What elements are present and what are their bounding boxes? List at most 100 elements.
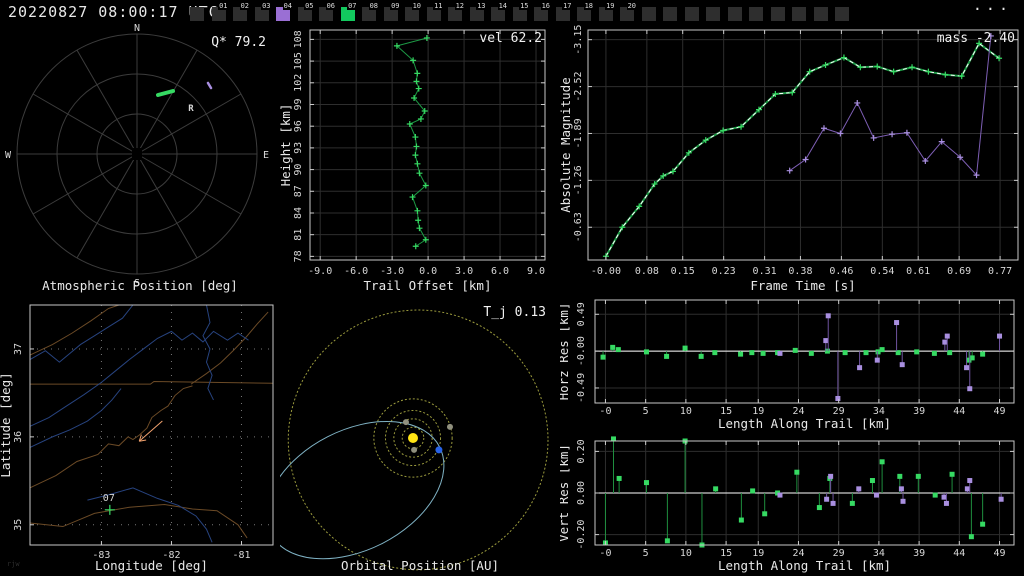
vert-res-chart: -0 5 10 15 19 24 29 34 39 44 490.200.00-0.20Length…: [560, 436, 1015, 573]
svg-text:-0.00: -0.00: [591, 266, 621, 277]
y-axis-label: Latitude [deg]: [0, 372, 13, 477]
frame-square-20[interactable]: 20: [620, 2, 637, 21]
app-root: { "topbar": { "timestamp": "20220827 08:…: [0, 0, 1024, 576]
frame-square-18[interactable]: 18: [577, 2, 594, 21]
frame-square-06[interactable]: 06: [319, 2, 336, 21]
radiant-label: R: [188, 104, 194, 114]
frame-square-blank-25[interactable]: [727, 7, 742, 21]
magnitude-chart: -0.00 0.08 0.15 0.23 0.31 0.38 0.46 0.54 0.61 0.6…: [560, 25, 1019, 293]
frame-square-01[interactable]: 01: [211, 2, 229, 21]
svg-text:0.0: 0.0: [419, 266, 437, 277]
frame-square-label: 19: [605, 2, 616, 10]
series-station-07: [600, 344, 986, 363]
frame-square-label: 11: [433, 2, 444, 10]
frame-square-05[interactable]: 05: [297, 2, 315, 21]
x-axis-label: Orbital Position [AU]: [341, 558, 499, 573]
svg-text:0.61: 0.61: [906, 266, 930, 277]
svg-text:0.46: 0.46: [829, 266, 853, 277]
frame-square-label: 05: [304, 2, 315, 10]
more-menu-button[interactable]: ···: [973, 0, 1012, 18]
compass-north: N: [134, 24, 140, 34]
y-axis-label: Vert Res [km]: [560, 444, 571, 542]
panel-orbital-position: T_j 0.13 Orbital Position [AU]: [280, 296, 560, 576]
x-axis-label: Longitude [deg]: [95, 558, 208, 573]
svg-text:81: 81: [293, 229, 304, 241]
frame-square-15[interactable]: 15: [512, 2, 530, 21]
frame-square-07[interactable]: 07: [340, 2, 358, 21]
svg-text:44: 44: [953, 548, 965, 559]
gridlines: [310, 30, 545, 260]
frame-square-label: 06: [325, 2, 336, 10]
frame-square-label: 12: [454, 2, 465, 10]
svg-text:10: 10: [680, 406, 692, 417]
frame-square-14[interactable]: 14: [491, 2, 508, 21]
watermark: rjw: [7, 560, 20, 568]
svg-text:36: 36: [13, 431, 24, 443]
panel-trail-offset: -9.0 -6.0 -3.0 0.0 3.0 6.0 9.0 78 81 84 87 90 93 96 99…: [280, 24, 560, 296]
tick-labels: -0 5 10 15 19 24 29 34 39 44 490.49-0.00-0.49: [576, 302, 1006, 417]
frame-square-12[interactable]: 12: [448, 2, 465, 21]
frame-square-label: 02: [239, 2, 250, 10]
panel-light-curve: -0.00 0.08 0.15 0.23 0.31 0.38 0.46 0.54 0.61 0.6…: [560, 24, 1024, 296]
frame-square-16[interactable]: 16: [534, 2, 551, 21]
panel-horizontal-residuals: -0 5 10 15 19 24 29 34 39 44 49 0.49 -0.00 -0.49 Lengt…: [560, 296, 1024, 436]
svg-text:105: 105: [293, 52, 304, 70]
trail-offset-chart: -9.0 -6.0 -3.0 0.0 3.0 6.0 9.0 78 81 84 87 90 93 96 99…: [280, 29, 546, 293]
frame-square-08[interactable]: 08: [362, 2, 379, 21]
svg-text:0.15: 0.15: [671, 266, 695, 277]
plot-frame: [309, 29, 546, 261]
svg-text:-9.0: -9.0: [308, 266, 332, 277]
svg-text:0.31: 0.31: [753, 266, 777, 277]
frame-square-label: 07: [347, 2, 358, 10]
plot-frame: [29, 304, 274, 546]
frame-square-02[interactable]: 02: [233, 2, 250, 21]
frame-square-17[interactable]: 17: [555, 2, 573, 21]
frame-square-blank-23[interactable]: [684, 7, 699, 21]
frame-square-blank-26[interactable]: [749, 7, 763, 21]
frame-square-label: 03: [261, 2, 272, 10]
frame-square-13[interactable]: 13: [469, 2, 487, 21]
svg-text:0.77: 0.77: [988, 266, 1012, 277]
frame-square-03[interactable]: 03: [254, 2, 272, 21]
svg-text:84: 84: [293, 207, 304, 219]
svg-text:49: 49: [994, 406, 1006, 417]
frame-square-label: 01: [218, 2, 229, 10]
y-axis-label: Height [km]: [280, 104, 293, 187]
frame-square-blank-24[interactable]: [706, 7, 720, 21]
frame-square-09[interactable]: 09: [383, 2, 401, 21]
panel-atmospheric-position: NSEWZRQ* 79.2Atmospheric Position [deg]: [0, 24, 280, 296]
map-geography: [29, 304, 274, 543]
frame-square-blank-28[interactable]: [792, 7, 806, 21]
frame-square-blank-0[interactable]: [190, 7, 204, 21]
frame-square-label: 15: [519, 2, 530, 10]
frame-square-blank-21[interactable]: [641, 7, 656, 21]
svg-text:0.23: 0.23: [712, 266, 736, 277]
series-trail: [393, 34, 430, 250]
svg-text:10: 10: [680, 548, 692, 559]
svg-text:0.20: 0.20: [576, 439, 587, 463]
svg-text:49: 49: [994, 548, 1006, 559]
frame-square-blank-29[interactable]: [813, 7, 828, 21]
meteor-trail-purple: [206, 81, 213, 90]
frame-square-blank-22[interactable]: [663, 7, 677, 21]
x-axis-label: Length Along Trail [km]: [718, 416, 891, 431]
svg-text:90: 90: [293, 164, 304, 176]
frame-square-11[interactable]: 11: [426, 2, 444, 21]
frame-square-label: 13: [476, 2, 487, 10]
planet-orbits: [287, 309, 549, 571]
frame-square-blank-30[interactable]: [835, 7, 849, 21]
frame-square-19[interactable]: 19: [598, 2, 616, 21]
tick-labels: -0.00 0.08 0.15 0.23 0.31 0.38 0.46 0.54 0.61 0.6…: [573, 25, 1012, 277]
svg-text:3.0: 3.0: [455, 266, 473, 277]
frame-square-blank-27[interactable]: [770, 7, 785, 21]
frame-square-04[interactable]: 04: [276, 2, 293, 21]
tick-marks: [310, 30, 545, 260]
series-station-04: [777, 473, 1004, 506]
comet-orbit: [280, 420, 445, 560]
tick-marks: [588, 30, 1018, 260]
svg-text:37: 37: [13, 343, 24, 355]
orbit-chart: T_j 0.13 Orbital Position [AU]: [280, 305, 549, 573]
tick-labels: -9.0 -6.0 -3.0 0.0 3.0 6.0 9.0 78 81 84 87 90 93 96 99…: [293, 30, 545, 277]
frame-square-label: 18: [583, 2, 594, 10]
frame-square-10[interactable]: 10: [405, 2, 422, 21]
